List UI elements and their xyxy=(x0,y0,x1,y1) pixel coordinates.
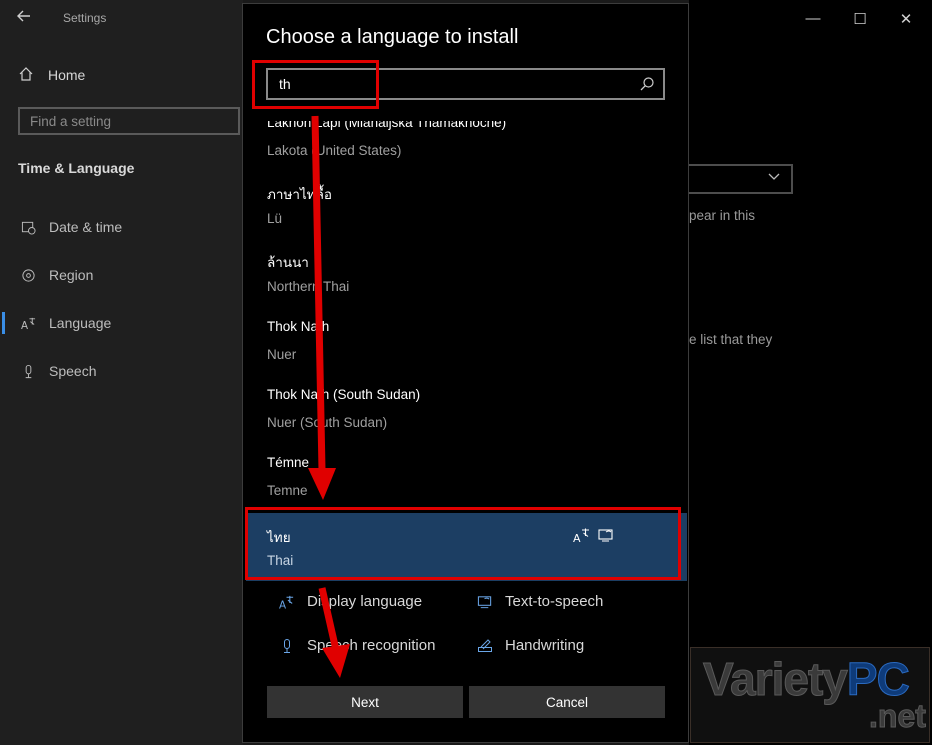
annotation-arrows xyxy=(308,115,350,678)
annotation-arrowhead xyxy=(308,468,336,500)
annotation-arrow-next xyxy=(318,587,340,651)
annotation-arrowhead xyxy=(322,644,350,678)
watermark-main: Variety xyxy=(703,653,849,706)
variety-pc-watermark: VarietyPC .net xyxy=(690,647,930,743)
watermark-sub: .net xyxy=(869,698,927,735)
annotation-arrow-down xyxy=(311,115,326,471)
